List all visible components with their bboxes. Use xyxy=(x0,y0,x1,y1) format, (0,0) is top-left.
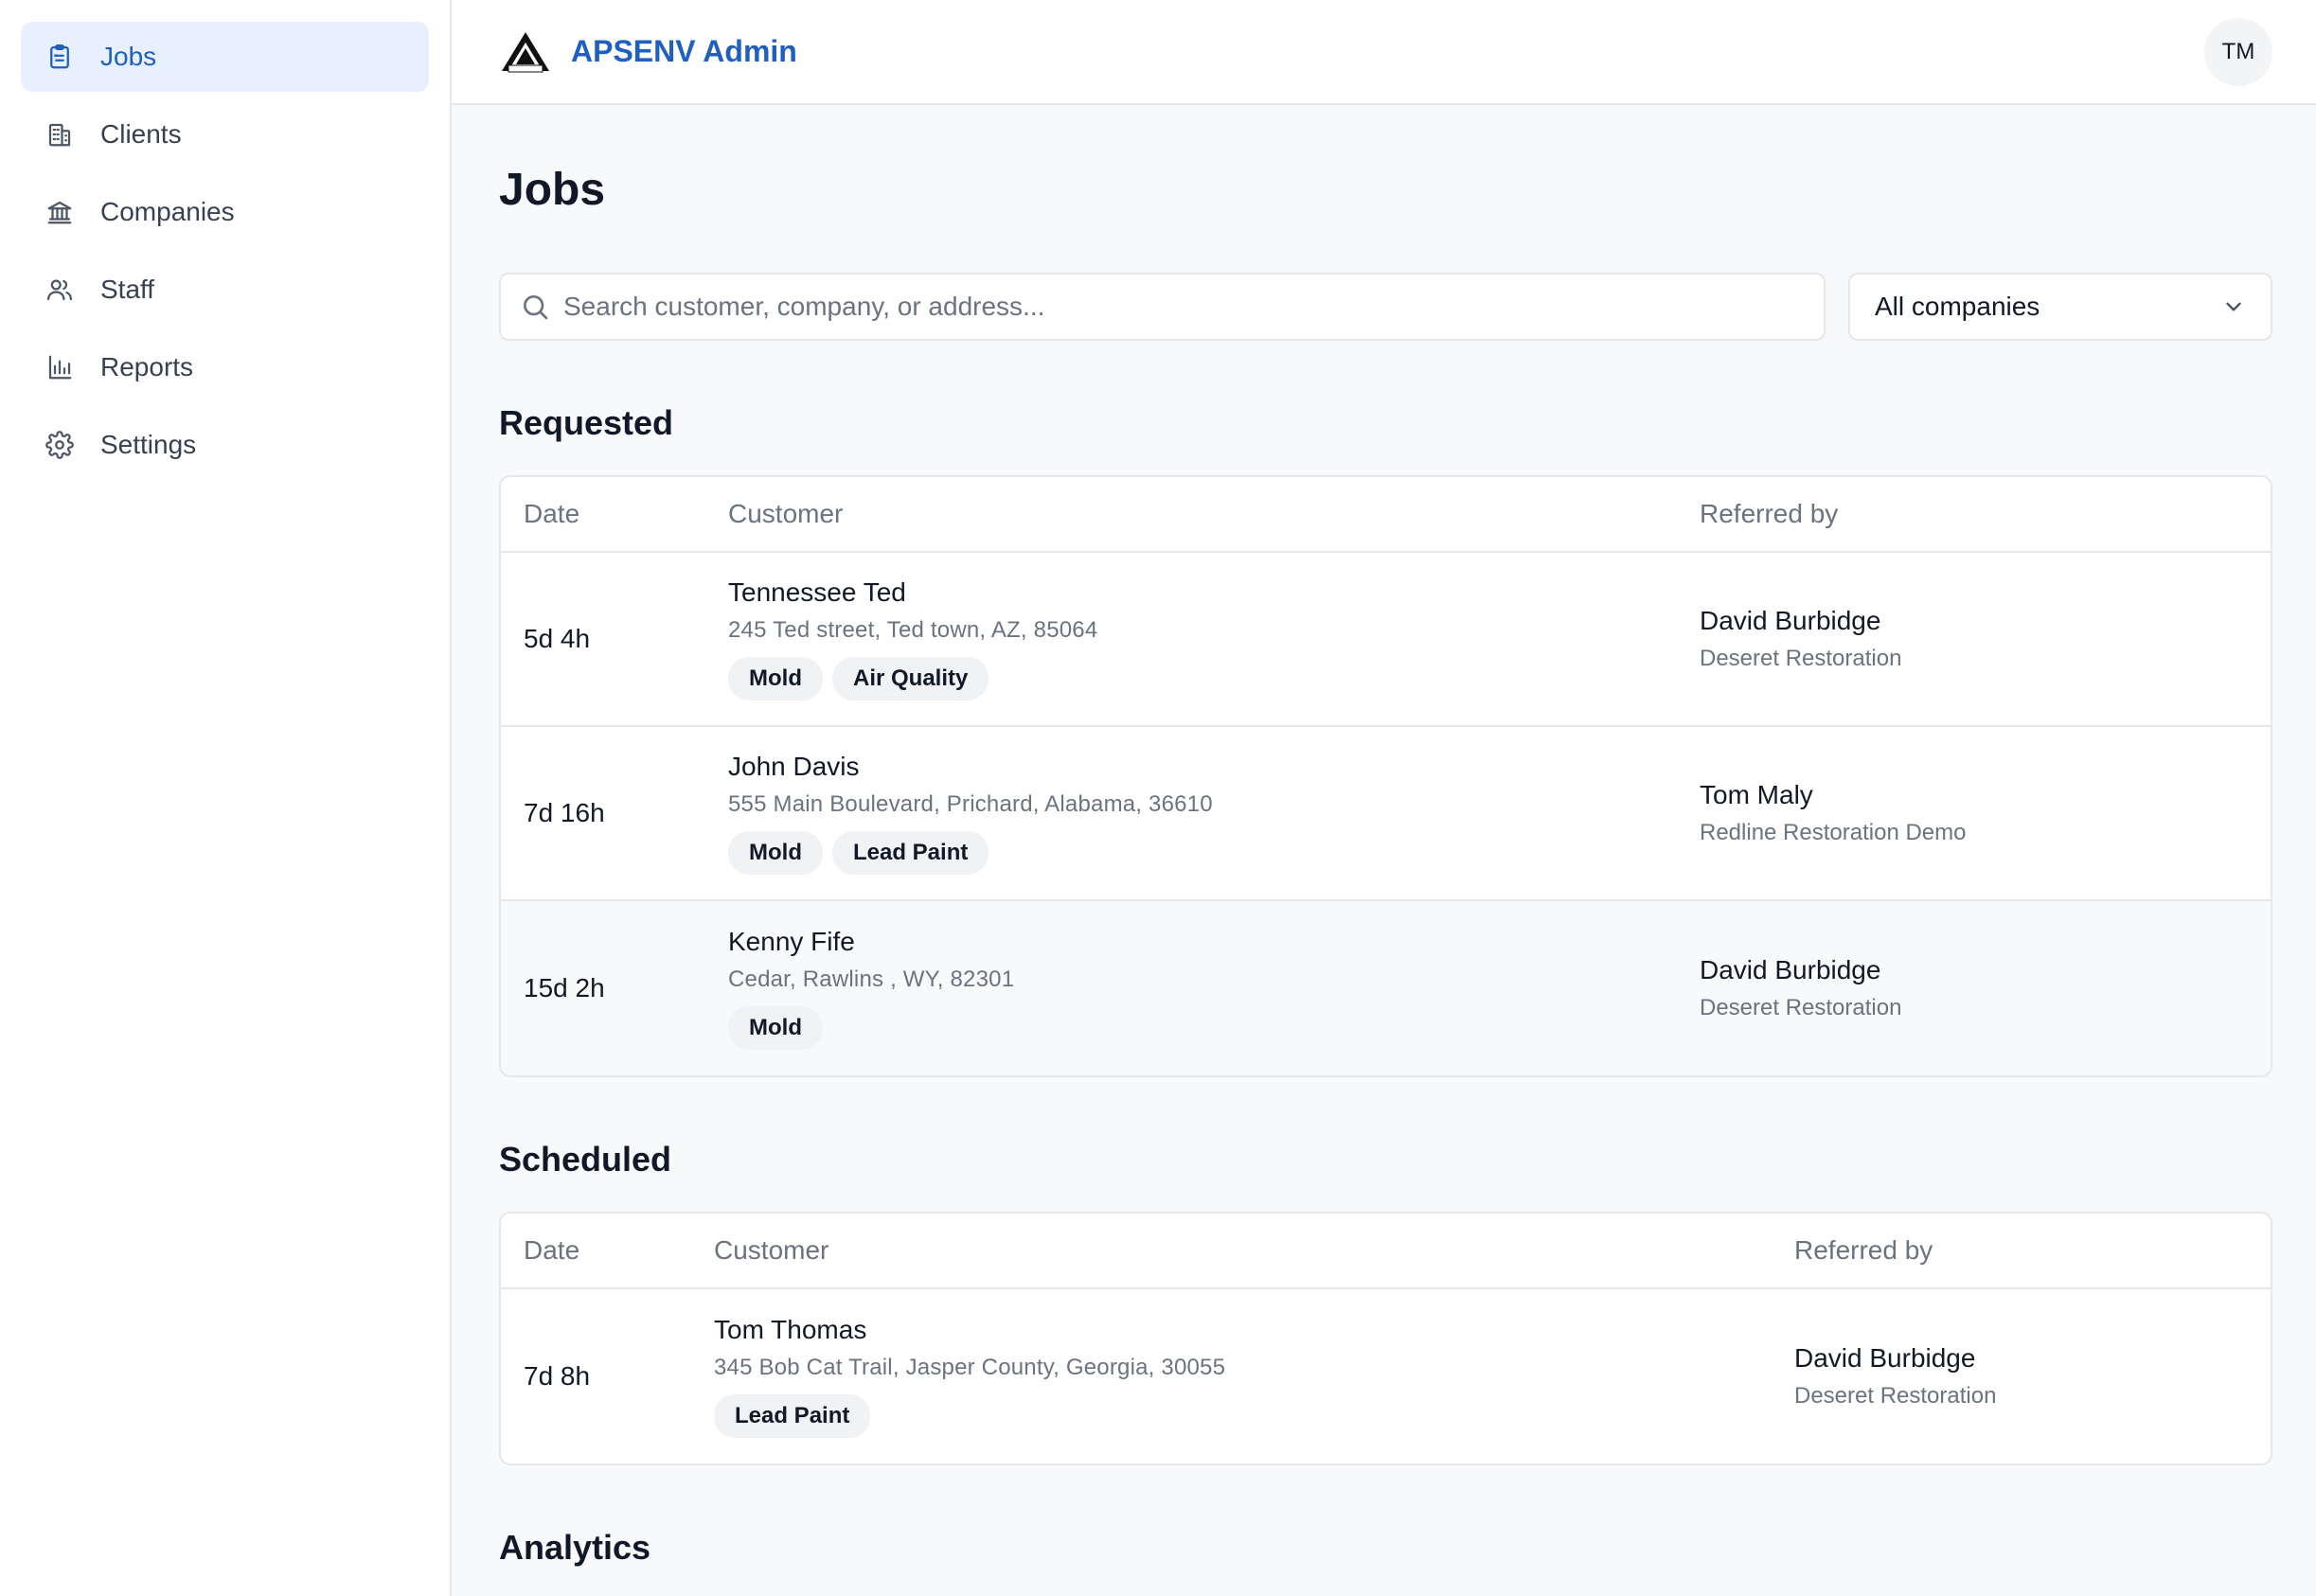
sidebar-item-label: Jobs xyxy=(100,42,157,71)
customer-cell: Kenny Fife Cedar, Rawlins , WY, 82301 Mo… xyxy=(728,927,1700,1050)
table-header: Date Customer Referred by xyxy=(501,1214,2271,1289)
customer-cell: Tennessee Ted 245 Ted street, Ted town, … xyxy=(728,577,1700,700)
customer-name: Tennessee Ted xyxy=(728,577,906,607)
gear-icon xyxy=(44,429,76,461)
customer-address: 555 Main Boulevard, Prichard, Alabama, 3… xyxy=(728,791,1213,817)
referrer-name: David Burbidge xyxy=(1794,1343,1976,1373)
filter-bar: All companies xyxy=(499,273,2272,341)
table-row[interactable]: 5d 4h Tennessee Ted 245 Ted street, Ted … xyxy=(501,553,2271,727)
referrer-company: Redline Restoration Demo xyxy=(1700,820,1967,845)
column-header-customer[interactable]: Customer xyxy=(714,1235,1794,1266)
customer-name: John Davis xyxy=(728,752,860,781)
customer-name: Tom Thomas xyxy=(714,1315,867,1344)
service-tag: Lead Paint xyxy=(714,1394,871,1438)
referrer-company: Deseret Restoration xyxy=(1700,995,1902,1020)
search-box[interactable] xyxy=(499,273,1826,341)
customer-name: Kenny Fife xyxy=(728,927,855,956)
main-area: APSENV Admin TM Jobs All companies Reque… xyxy=(452,0,2316,1596)
column-header-customer[interactable]: Customer xyxy=(728,499,1700,529)
customer-cell: Tom Thomas 345 Bob Cat Trail, Jasper Cou… xyxy=(714,1315,1794,1438)
job-date: 7d 16h xyxy=(524,798,605,827)
sidebar-item-staff[interactable]: Staff xyxy=(21,255,429,325)
sidebar-item-label: Clients xyxy=(100,119,182,149)
column-header-date[interactable]: Date xyxy=(501,1235,714,1266)
service-tags: Mold Air Quality xyxy=(728,657,1700,700)
sidebar-item-settings[interactable]: Settings xyxy=(21,410,429,480)
column-header-referred-by[interactable]: Referred by xyxy=(1794,1235,1933,1266)
column-header-date[interactable]: Date xyxy=(501,499,728,529)
service-tags: Lead Paint xyxy=(714,1394,1794,1438)
sidebar-item-label: Companies xyxy=(100,197,235,226)
brand-title: APSENV Admin xyxy=(571,34,797,68)
table-row[interactable]: 7d 16h John Davis 555 Main Boulevard, Pr… xyxy=(501,727,2271,901)
table-row[interactable]: 15d 2h Kenny Fife Cedar, Rawlins , WY, 8… xyxy=(501,901,2271,1075)
section-title-analytics: Analytics xyxy=(499,1528,651,1567)
sidebar-item-reports[interactable]: Reports xyxy=(21,332,429,402)
avatar[interactable]: TM xyxy=(2204,17,2272,86)
brand[interactable]: APSENV Admin xyxy=(499,29,797,75)
search-icon xyxy=(524,295,548,320)
customer-address: 245 Ted street, Ted town, AZ, 85064 xyxy=(728,617,1098,643)
app-root: Jobs Clients Companies Staff Reports Set… xyxy=(0,0,2316,1596)
section-title-requested: Requested xyxy=(499,403,674,442)
customer-address: 345 Bob Cat Trail, Jasper County, Georgi… xyxy=(714,1355,1226,1380)
top-bar: APSENV Admin TM xyxy=(452,0,2316,105)
referrer-cell: Tom Maly Redline Restoration Demo xyxy=(1700,780,1966,846)
referrer-name: Tom Maly xyxy=(1700,780,1813,809)
page-content: Jobs All companies Requested Date Custom… xyxy=(452,105,2316,1568)
customer-address: Cedar, Rawlins , WY, 82301 xyxy=(728,966,1015,992)
referrer-name: David Burbidge xyxy=(1700,606,1881,635)
bar-chart-icon xyxy=(44,351,76,383)
service-tags: Mold Lead Paint xyxy=(728,831,1700,875)
sidebar: Jobs Clients Companies Staff Reports Set… xyxy=(0,0,452,1596)
sidebar-item-label: Reports xyxy=(100,352,194,381)
table-row[interactable]: 7d 8h Tom Thomas 345 Bob Cat Trail, Jasp… xyxy=(501,1289,2271,1463)
referrer-name: David Burbidge xyxy=(1700,955,1881,984)
service-tag: Mold xyxy=(728,657,823,700)
sidebar-item-companies[interactable]: Companies xyxy=(21,177,429,247)
service-tag: Mold xyxy=(728,831,823,875)
aps-logo-icon xyxy=(502,31,549,72)
sidebar-item-label: Staff xyxy=(100,275,155,304)
referrer-company: Deseret Restoration xyxy=(1794,1383,1997,1409)
job-date: 5d 4h xyxy=(524,624,591,653)
building-icon xyxy=(44,118,76,151)
referrer-company: Deseret Restoration xyxy=(1700,646,1902,671)
column-header-referred-by[interactable]: Referred by xyxy=(1700,499,1838,529)
job-date: 7d 8h xyxy=(524,1361,591,1391)
users-icon xyxy=(44,274,76,306)
requested-table: Date Customer Referred by 5d 4h Tennesse… xyxy=(499,475,2272,1077)
service-tag: Lead Paint xyxy=(831,831,989,875)
customer-cell: John Davis 555 Main Boulevard, Prichard,… xyxy=(728,752,1700,875)
chevron-down-icon xyxy=(2226,302,2241,311)
clipboard-icon xyxy=(44,41,76,73)
scheduled-table: Date Customer Referred by 7d 8h Tom Thom… xyxy=(499,1212,2272,1465)
page-title: Jobs xyxy=(499,165,606,215)
service-tags: Mold xyxy=(728,1006,1700,1050)
company-filter-value: All companies xyxy=(1875,292,2040,321)
bank-icon xyxy=(44,196,76,228)
search-input[interactable] xyxy=(563,292,1805,322)
sidebar-item-jobs[interactable]: Jobs xyxy=(21,22,429,92)
service-tag: Air Quality xyxy=(831,657,989,700)
sidebar-item-label: Settings xyxy=(100,430,197,459)
company-filter-select[interactable]: All companies xyxy=(1848,273,2272,341)
referrer-cell: David Burbidge Deseret Restoration xyxy=(1794,1343,1996,1410)
job-date: 15d 2h xyxy=(524,973,605,1002)
referrer-cell: David Burbidge Deseret Restoration xyxy=(1700,606,1901,672)
sidebar-item-clients[interactable]: Clients xyxy=(21,99,429,169)
section-title-scheduled: Scheduled xyxy=(499,1140,672,1179)
service-tag: Mold xyxy=(728,1006,823,1050)
table-header: Date Customer Referred by xyxy=(501,477,2271,553)
referrer-cell: David Burbidge Deseret Restoration xyxy=(1700,955,1901,1021)
